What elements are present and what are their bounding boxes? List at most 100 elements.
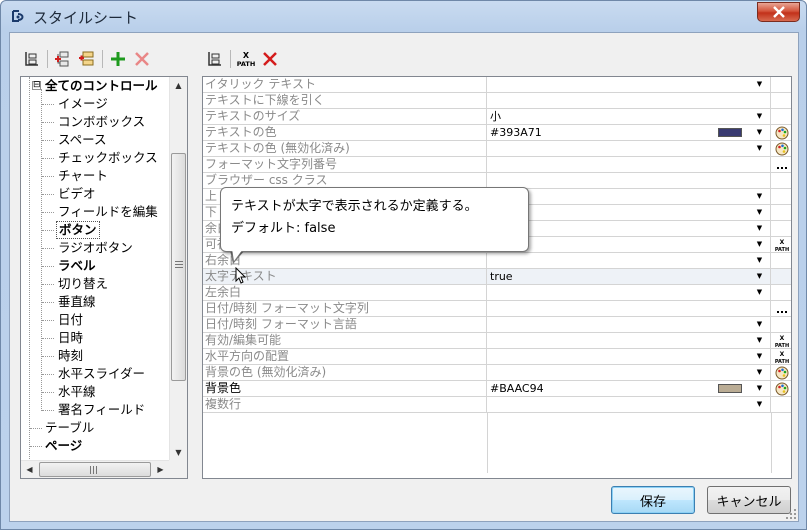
dropdown-arrow-icon[interactable]: ▼	[753, 383, 766, 394]
property-row[interactable]: 水平方向の配置 ▼ X PATH	[203, 349, 791, 365]
color-palette-button[interactable]	[772, 141, 791, 156]
tree-item-time[interactable]: 時刻	[58, 347, 83, 365]
property-row[interactable]: 背景の色 (無効化済み) ▼	[203, 365, 791, 381]
scroll-up-arrow-icon[interactable]: ▲	[170, 77, 187, 94]
tree-item-vertical-line[interactable]: 垂直線	[58, 293, 96, 311]
property-row[interactable]: テキストに下線を引く	[203, 93, 791, 109]
dropdown-arrow-icon[interactable]: ▼	[753, 127, 766, 138]
property-value[interactable]: ▼	[488, 77, 771, 92]
dropdown-arrow-icon[interactable]: ▼	[753, 79, 766, 90]
tree-item-all-controls[interactable]: 全てのコントロール	[45, 77, 158, 95]
tree-item-radio-button[interactable]: ラジオボタン	[58, 239, 133, 257]
xpath-button[interactable]: X PATH	[772, 349, 791, 364]
property-row[interactable]: テキストの色 (無効化済み) ▼	[203, 141, 791, 157]
property-value[interactable]: ▼	[488, 253, 771, 268]
tree-item-datetime[interactable]: 日時	[58, 329, 83, 347]
color-palette-button[interactable]	[772, 125, 791, 140]
property-row[interactable]: テキストのサイズ小 ▼	[203, 109, 791, 125]
dropdown-arrow-icon[interactable]: ▼	[753, 143, 766, 154]
tree-item-horizontal-slider[interactable]: 水平スライダー	[58, 365, 145, 383]
tree-item-combobox[interactable]: コンボボックス	[58, 113, 145, 131]
property-value[interactable]: ▼	[488, 221, 771, 236]
tree-item-page[interactable]: ページ	[45, 437, 82, 455]
collapse-expander[interactable]: ⊟	[32, 81, 41, 90]
property-value[interactable]: 小 ▼	[488, 109, 771, 124]
property-value[interactable]: ▼	[488, 365, 771, 380]
tree-item-space[interactable]: スペース	[58, 131, 107, 149]
dropdown-arrow-icon[interactable]: ▼	[753, 191, 766, 202]
tree-item-edit-field[interactable]: フィールドを編集	[58, 203, 158, 221]
tree-item-image[interactable]: イメージ	[58, 95, 108, 113]
property-value[interactable]	[488, 173, 771, 188]
xpath-button[interactable]: X PATH	[772, 333, 791, 348]
property-value[interactable]: ▼	[488, 317, 771, 332]
close-button[interactable]	[757, 2, 800, 22]
property-row[interactable]: 右余白 ▼	[203, 253, 791, 269]
property-value[interactable]: ▼	[488, 397, 771, 412]
property-value[interactable]: ▼	[488, 205, 771, 220]
property-row[interactable]: 日付/時刻 フォーマット文字列	[203, 301, 791, 317]
ellipsis-button[interactable]	[772, 157, 791, 172]
property-value[interactable]	[488, 301, 771, 316]
save-button[interactable]: 保存	[611, 486, 695, 514]
property-value[interactable]: true ▼	[488, 269, 771, 284]
property-row[interactable]: フォーマット文字列番号	[203, 157, 791, 173]
dropdown-arrow-icon[interactable]: ▼	[753, 111, 766, 122]
resize-grip-icon[interactable]	[786, 509, 796, 519]
color-palette-button[interactable]	[772, 365, 791, 380]
property-value[interactable]: ▼	[488, 349, 771, 364]
tree-vertical-scrollbar[interactable]: ▲ ▼	[169, 77, 187, 461]
property-row[interactable]: 日付/時刻 フォーマット言語 ▼	[203, 317, 791, 333]
property-value[interactable]: ▼	[488, 333, 771, 348]
xpath-button[interactable]: X PATH	[772, 237, 791, 252]
dropdown-arrow-icon[interactable]: ▼	[753, 255, 766, 266]
property-row[interactable]: テキストの色 #393A71 ▼	[203, 125, 791, 141]
property-grid[interactable]: イタリック テキスト ▼ テキストに下線を引く テキストのサイズ小 ▼ テキストの色 #39…	[202, 76, 792, 479]
dropdown-arrow-icon[interactable]: ▼	[753, 351, 766, 362]
ellipsis-button[interactable]	[772, 301, 791, 316]
tree-item-date[interactable]: 日付	[58, 311, 83, 329]
tree-item-checkbox[interactable]: チェックボックス	[58, 149, 158, 167]
property-value[interactable]: ▼	[488, 141, 771, 156]
dropdown-arrow-icon[interactable]: ▼	[753, 367, 766, 378]
property-row[interactable]: 太字テキストtrue▼	[203, 269, 791, 285]
dropdown-arrow-icon[interactable]: ▼	[753, 223, 766, 234]
dropdown-arrow-icon[interactable]: ▼	[753, 271, 766, 282]
control-tree[interactable]: ⊟ 全てのコントロール イメージ コンボボックス スペース チェックボックス チ…	[20, 76, 188, 479]
tree-item-signature-field[interactable]: 署名フィールド	[58, 401, 145, 419]
xpath-button[interactable]: X PATH	[234, 48, 258, 70]
remove-property-button[interactable]	[258, 48, 282, 70]
property-value[interactable]: #393A71 ▼	[488, 125, 771, 140]
tree-item-video[interactable]: ビデオ	[58, 185, 96, 203]
dropdown-arrow-icon[interactable]: ▼	[753, 319, 766, 330]
scroll-thumb[interactable]	[171, 153, 186, 381]
property-value[interactable]: ▼	[488, 189, 771, 204]
tree-item-toggle[interactable]: 切り替え	[58, 275, 108, 293]
property-value[interactable]: #BAAC94 ▼	[488, 381, 771, 396]
property-row[interactable]: イタリック テキスト ▼	[203, 77, 791, 93]
color-palette-button[interactable]	[772, 381, 791, 396]
dropdown-arrow-icon[interactable]: ▼	[753, 207, 766, 218]
tree-item-button[interactable]: ボタン	[56, 221, 100, 239]
property-value[interactable]: ▼	[488, 237, 771, 252]
scroll-thumb[interactable]	[39, 462, 151, 477]
tree-item-label[interactable]: ラベル	[58, 257, 96, 275]
dropdown-arrow-icon[interactable]: ▼	[753, 239, 766, 250]
property-value[interactable]	[488, 93, 771, 108]
title-bar[interactable]: スタイルシート	[1, 1, 806, 33]
dropdown-arrow-icon[interactable]: ▼	[753, 335, 766, 346]
scroll-left-arrow-icon[interactable]: ◀	[21, 461, 38, 478]
cancel-button[interactable]: キャンセル	[707, 486, 791, 514]
property-value[interactable]: ▼	[488, 285, 771, 300]
scroll-right-arrow-icon[interactable]: ▶	[152, 461, 169, 478]
tree-horizontal-scrollbar[interactable]: ◀ ▶	[21, 460, 169, 478]
grid-layout-button[interactable]	[203, 48, 227, 70]
property-row[interactable]: 有効/編集可能 ▼ X PATH	[203, 333, 791, 349]
tree-item-table[interactable]: テーブル	[45, 419, 94, 437]
property-row[interactable]: 複数行 ▼	[203, 397, 791, 413]
tree-item-chart[interactable]: チャート	[58, 167, 108, 185]
dropdown-arrow-icon[interactable]: ▼	[753, 399, 766, 410]
property-value[interactable]	[488, 157, 771, 172]
tree-item-horizontal-line[interactable]: 水平線	[58, 383, 96, 401]
dropdown-arrow-icon[interactable]: ▼	[753, 287, 766, 298]
